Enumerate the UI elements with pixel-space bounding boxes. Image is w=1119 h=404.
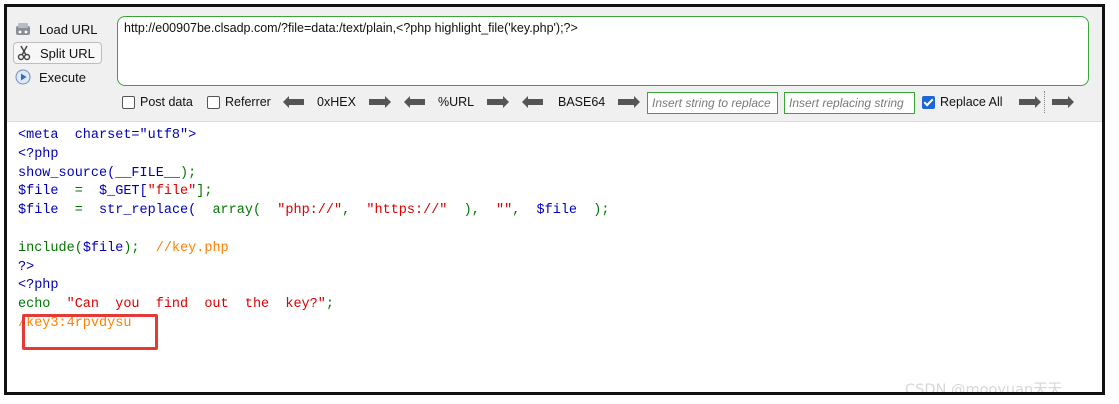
base64-encoder: BASE64 [522, 93, 641, 111]
punct: ; [325, 297, 334, 313]
code-line-4: $file = $_GET["file"]; [18, 184, 212, 199]
code-line-3: show_source(__FILE__); [18, 166, 196, 181]
kw-include: include( [18, 240, 83, 256]
insert-replacing-input[interactable]: Insert replacing string [784, 92, 915, 114]
op-assign: = [58, 184, 100, 200]
base64-label: BASE64 [558, 95, 606, 109]
code-line-10: echo "Can you find out the key?"; [18, 297, 334, 312]
hex-decode-arrow-icon[interactable] [283, 96, 310, 108]
op-assign: = [58, 203, 100, 219]
replace-extra [1048, 93, 1074, 111]
base64-decode-arrow-icon[interactable] [522, 96, 549, 108]
fn-show-source: show_source( [18, 165, 116, 181]
key-highlight-box [22, 314, 158, 350]
punct: ); [180, 165, 197, 181]
url-encode-arrow-icon[interactable] [483, 96, 510, 108]
replace-all-toggle[interactable]: Replace All [922, 93, 1041, 111]
punct: , [512, 203, 537, 219]
string-https: "https://" [366, 203, 448, 219]
post-data-label: Post data [140, 95, 193, 109]
const-file: __FILE__ [115, 165, 181, 181]
execute-button[interactable]: Execute [13, 66, 86, 88]
punct: ]; [196, 184, 213, 200]
url-decode-arrow-icon[interactable] [404, 96, 431, 108]
hex-label: 0xHEX [317, 95, 356, 109]
var-file: $file [82, 240, 124, 256]
var-file: $file [536, 203, 578, 219]
meta-tag-text: <meta charset="utf8"> [18, 128, 197, 143]
string-can-you-find: "Can you find out the key?" [66, 297, 326, 313]
fn-str-replace: str_replace( [99, 203, 197, 219]
toolbar-divider [1044, 91, 1046, 113]
hex-encoder: 0xHEX [283, 93, 391, 111]
split-url-button[interactable]: Split URL [13, 42, 102, 64]
code-line-7: include($file); //key.php [18, 241, 229, 256]
base64-encode-arrow-icon[interactable] [614, 96, 641, 108]
punct: ), [447, 203, 497, 219]
replace-all-checkbox[interactable] [922, 95, 935, 109]
var-file: $file [18, 203, 59, 219]
comment-key-php: //key.php [155, 240, 229, 256]
code-line-8: ?> [18, 259, 35, 275]
referrer-checkbox[interactable] [207, 95, 220, 109]
referrer-toggle[interactable]: Referrer [207, 93, 271, 111]
url-encode-label: %URL [438, 95, 475, 109]
load-url-button[interactable]: Load URL [13, 18, 98, 40]
code-line-2: <?php [18, 146, 59, 162]
replace-all-label: Replace All [940, 95, 1003, 109]
url-value: http://e00907be.clsadp.com/?file=data:/t… [124, 21, 578, 35]
string-empty: "" [496, 203, 513, 219]
var-file: $file [18, 184, 59, 200]
watermark: CSDN @mooyuan天天 [905, 382, 1063, 395]
play-icon [13, 67, 33, 87]
punct: , [342, 203, 367, 219]
replace-extra-arrow-icon[interactable] [1048, 96, 1074, 108]
referrer-label: Referrer [225, 95, 271, 109]
hackbar-toolbar: Load URL Split URL Execute http://e00907… [7, 7, 1102, 122]
var-get: $_GET[ [99, 184, 148, 200]
replace-arrow-icon[interactable] [1015, 96, 1041, 108]
code-line-1: <meta charset="utf8"> [18, 128, 196, 143]
punct: ); [577, 203, 610, 219]
punct: ); [123, 240, 156, 256]
code-line-9: <?php [18, 278, 59, 294]
load-url-icon [13, 19, 33, 39]
url-encoder: %URL [404, 93, 510, 111]
load-url-label: Load URL [39, 21, 98, 37]
post-data-checkbox[interactable] [122, 95, 135, 109]
browser-window: Load URL Split URL Execute http://e00907… [4, 4, 1105, 395]
execute-label: Execute [39, 69, 86, 85]
kw-echo: echo [18, 297, 67, 313]
page-source-output: <meta charset="utf8"> <?php show_source(… [18, 127, 609, 334]
insert-string-input[interactable]: Insert string to replace [647, 92, 778, 114]
code-line-5: $file = str_replace( array( "php://", "h… [18, 203, 609, 218]
split-url-label: Split URL [40, 45, 95, 61]
url-textarea[interactable]: http://e00907be.clsadp.com/?file=data:/t… [117, 16, 1089, 86]
scissors-icon [14, 43, 34, 63]
string-php: "php://" [261, 203, 343, 219]
hex-encode-arrow-icon[interactable] [365, 96, 391, 108]
string-file: "file" [147, 184, 197, 200]
kw-array: array( [196, 203, 262, 219]
post-data-toggle[interactable]: Post data [122, 93, 193, 111]
